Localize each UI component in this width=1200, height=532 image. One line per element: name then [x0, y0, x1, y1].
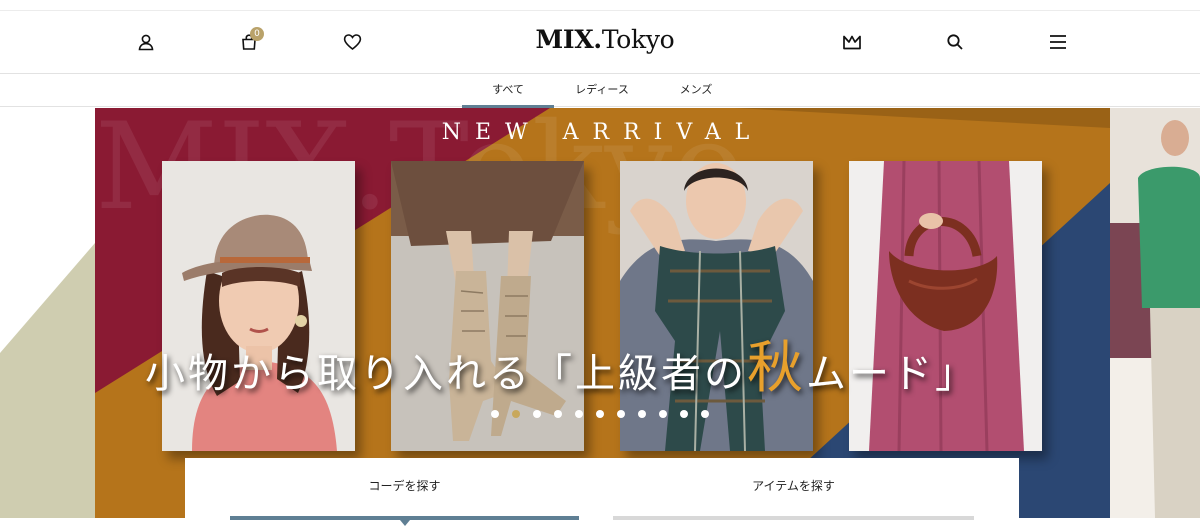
menu-icon [1050, 35, 1066, 49]
product-photo-cap[interactable] [162, 161, 355, 451]
carousel-dot[interactable] [491, 410, 499, 418]
ranking-button[interactable] [841, 31, 863, 53]
carousel-dot[interactable] [701, 410, 709, 418]
user-icon [138, 34, 154, 51]
hero-banner[interactable]: MIX.Tokyo NEW ARRIVAL [95, 108, 1110, 518]
crown-icon [843, 35, 861, 50]
tab-find-items[interactable]: アイテムを探す [613, 458, 974, 520]
carousel-dot[interactable] [617, 410, 625, 418]
carousel-dot[interactable] [596, 410, 604, 418]
previous-slide-peek[interactable] [0, 108, 95, 518]
carousel-dot[interactable] [680, 410, 688, 418]
logo-mark: MIX. [535, 25, 603, 54]
product-photo-scarf[interactable] [620, 161, 813, 451]
search-button[interactable] [944, 31, 966, 53]
tab-ladies[interactable]: レディース [556, 75, 648, 107]
carousel-dots [491, 410, 709, 418]
site-logo[interactable]: MIX.Tokyo [530, 25, 680, 54]
hero-headline: 小物から取り入れる「上級者の秋ムード」 [145, 323, 978, 404]
tab-find-coordinates[interactable]: コーデを探す [230, 458, 579, 526]
carousel-dot[interactable] [638, 410, 646, 418]
hero-carousel: MIX.Tokyo NEW ARRIVAL [0, 108, 1200, 532]
category-tabs: すべて レディース メンズ [0, 75, 1200, 108]
carousel-dot[interactable] [575, 410, 583, 418]
carousel-dot[interactable] [533, 410, 541, 418]
cart-button[interactable]: 0 [238, 27, 264, 53]
cart-count-badge: 0 [250, 27, 264, 41]
search-icon [947, 34, 963, 50]
tab-mens[interactable]: メンズ [650, 75, 742, 107]
heart-icon [343, 34, 361, 51]
carousel-dot[interactable] [512, 410, 520, 418]
menu-button[interactable] [1047, 31, 1069, 53]
next-slide-peek[interactable] [1110, 108, 1200, 518]
product-photo-fur-bag[interactable] [849, 161, 1042, 451]
carousel-dot[interactable] [554, 410, 562, 418]
carousel-dot[interactable] [659, 410, 667, 418]
search-tabs: コーデを探す アイテムを探す [185, 458, 1019, 532]
new-arrival-label: NEW ARRIVAL [441, 120, 764, 145]
tab-all[interactable]: すべて [462, 75, 554, 108]
logo-wordmark: Tokyo [601, 25, 675, 54]
headline-accent: 秋 [747, 336, 806, 401]
product-photo-boots[interactable] [391, 161, 584, 451]
tab-find-items-label: アイテムを探す [752, 479, 835, 493]
favorites-button[interactable] [341, 31, 363, 53]
headline-pre: 小物から取り入れる「上級者の [145, 351, 747, 397]
tab-find-coordinates-label: コーデを探す [368, 479, 441, 493]
active-tab-caret [399, 520, 410, 526]
headline-post: ムード」 [806, 351, 978, 397]
inactive-tab-indicator [613, 516, 974, 520]
account-button[interactable] [135, 31, 157, 53]
site-header: 0 MIX.Tokyo [0, 11, 1200, 74]
